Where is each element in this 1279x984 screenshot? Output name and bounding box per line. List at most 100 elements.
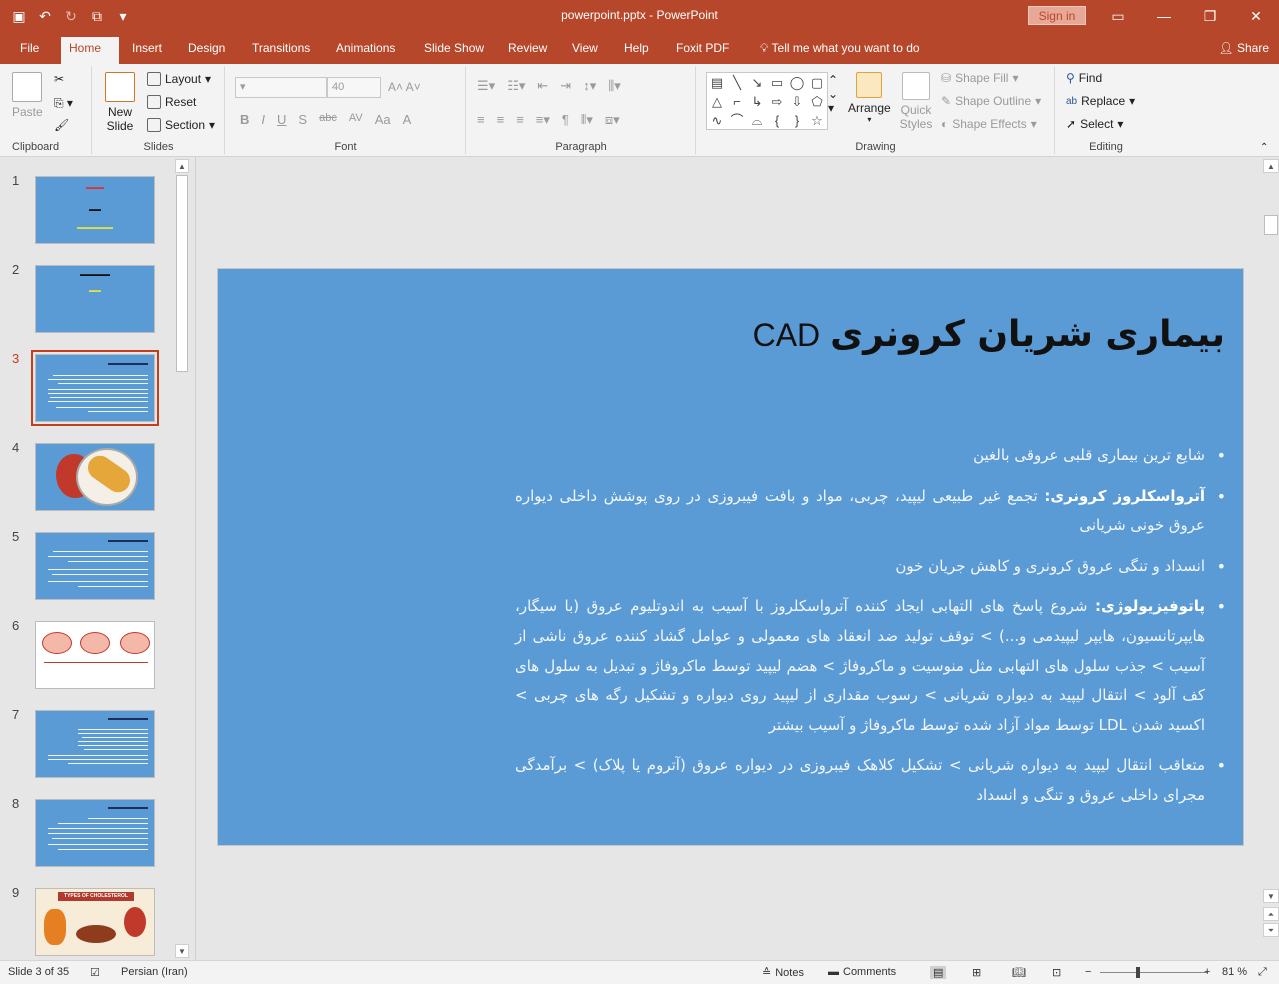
slide-body-text[interactable]: شایع ترین بیماری قلبی عروقی بالغین آتروا… (515, 441, 1226, 822)
slideshow-view-icon[interactable]: ⊡ (1052, 966, 1061, 979)
copy-icon[interactable]: ⎘ ▾ (54, 96, 73, 111)
slide-thumbnail-8[interactable] (35, 799, 155, 867)
brace-right-shape-icon[interactable]: } (787, 111, 807, 130)
paste-button[interactable]: Paste (12, 72, 43, 119)
share-button[interactable]: 👤︎ Share (1218, 41, 1269, 55)
maximize-icon[interactable]: ❐ (1187, 0, 1233, 32)
slide-scroll-up-icon[interactable]: ▲ (1263, 159, 1279, 173)
thumbnail-scrollbar[interactable]: ▲ ▼ (175, 159, 189, 960)
find-button[interactable]: ⚲ Find (1066, 71, 1102, 85)
align-left-icon[interactable]: ≡ (477, 112, 485, 128)
collapse-ribbon-icon[interactable]: ⌃ (1260, 142, 1268, 153)
new-slide-button[interactable]: New Slide (103, 72, 137, 133)
comments-button[interactable]: ▬ Comments (828, 966, 896, 978)
sign-in-button[interactable]: Sign in (1028, 6, 1086, 25)
reading-view-icon[interactable]: 📖︎ (1012, 966, 1026, 979)
tab-transitions[interactable]: Transitions (244, 37, 318, 64)
bent-arrow-shape-icon[interactable]: ↳ (747, 92, 767, 111)
tab-slide-show[interactable]: Slide Show (416, 37, 492, 64)
zoom-out-icon[interactable]: − (1085, 966, 1091, 978)
freeform-shape-icon[interactable]: ⬠ (807, 92, 827, 111)
tab-foxit-pdf[interactable]: Foxit PDF (668, 37, 737, 64)
textbox-shape-icon[interactable]: ▤ (707, 73, 727, 92)
layout-button[interactable]: Layout ▾ (147, 72, 211, 86)
slide-scroll-thumb[interactable] (1264, 215, 1278, 235)
notes-button[interactable]: ≙ Notes (762, 966, 804, 980)
slide-thumbnail-2[interactable]: ▬▬▬▬▬ ▬▬ (35, 265, 155, 333)
justify-icon[interactable]: ≡▾ (536, 112, 550, 128)
zoom-in-icon[interactable]: + (1204, 966, 1210, 978)
current-slide[interactable]: بیماری شریان کرونری CAD شایع ترین بیماری… (217, 268, 1244, 846)
slide-thumbnail-9[interactable]: TYPES OF CHOLESTEROL (35, 888, 155, 956)
character-spacing-button[interactable]: AV (349, 112, 363, 127)
text-direction-icon[interactable]: ⫼▾ (608, 78, 621, 94)
down-arrow-shape-icon[interactable]: ⇩ (787, 92, 807, 111)
tab-home[interactable]: Home (61, 37, 119, 64)
numbering-icon[interactable]: ☷▾ (507, 78, 525, 94)
arc-shape-icon[interactable]: ⌒ (727, 111, 747, 130)
underline-button[interactable]: U (277, 112, 286, 127)
line-spacing-icon[interactable]: ↕▾ (583, 78, 596, 94)
font-color-button[interactable]: A (403, 112, 412, 127)
grow-font-icon[interactable]: A˄ A˅ (388, 80, 421, 94)
connector-shape-icon[interactable]: ⌐ (727, 92, 747, 111)
shape-effects-button[interactable]: ◐ Shape Effects ▾ (941, 117, 1037, 131)
slide-thumbnail-6[interactable] (35, 621, 155, 689)
decrease-indent-icon[interactable]: ⇤ (537, 78, 548, 94)
next-slide-icon[interactable]: ⏷ (1263, 923, 1279, 937)
slide-thumbnail-1[interactable]: ▬▬▬ ▬▬ ▬▬▬▬▬▬ (35, 176, 155, 244)
bullets-icon[interactable]: ☰▾ (477, 78, 495, 94)
oval-shape-icon[interactable]: ◯ (787, 73, 807, 92)
section-button[interactable]: Section ▾ (147, 118, 215, 132)
language-indicator[interactable]: Persian (Iran) (121, 966, 188, 978)
tab-file[interactable]: File (12, 37, 47, 64)
tab-animations[interactable]: Animations (328, 37, 403, 64)
minimize-icon[interactable]: — (1141, 0, 1187, 32)
normal-view-icon[interactable]: ▤ (930, 966, 947, 979)
select-button[interactable]: ➚ Select ▾ (1066, 117, 1123, 131)
align-center-icon[interactable]: ≡ (497, 112, 505, 128)
slide-sorter-icon[interactable]: ⊞ (972, 966, 981, 979)
zoom-slider-knob[interactable] (1136, 967, 1140, 978)
columns-icon[interactable]: ⫴▾ (581, 112, 593, 128)
previous-slide-icon[interactable]: ⏶ (1263, 907, 1279, 921)
brace-left-shape-icon[interactable]: { (767, 111, 787, 130)
zoom-slider-track[interactable] (1100, 972, 1208, 973)
rtl-icon[interactable]: ¶ (562, 112, 569, 128)
smartart-icon[interactable]: ⧈▾ (605, 112, 620, 128)
tab-review[interactable]: Review (500, 37, 555, 64)
spellcheck-icon[interactable]: ☑ (90, 966, 100, 979)
replace-button[interactable]: ab Replace ▾ (1066, 94, 1135, 108)
shadow-button[interactable]: S (298, 112, 307, 127)
font-size-combo[interactable]: 40 (327, 77, 381, 98)
slide-thumbnail-5[interactable] (35, 532, 155, 600)
wave-shape-icon[interactable]: ⌓ (747, 111, 767, 130)
tab-design[interactable]: Design (180, 37, 233, 64)
slide-thumbnail-7[interactable] (35, 710, 155, 778)
rectangle-shape-icon[interactable]: ▭ (767, 73, 787, 92)
right-arrow-shape-icon[interactable]: ⇨ (767, 92, 787, 111)
thumbnail-scroll-thumb[interactable] (176, 175, 188, 372)
ribbon-display-icon[interactable]: ▭ (1095, 0, 1141, 32)
bold-button[interactable]: B (240, 112, 249, 127)
arrow-line-shape-icon[interactable]: ↘ (747, 73, 767, 92)
curve-shape-icon[interactable]: ∿ (707, 111, 727, 130)
slide-title[interactable]: بیماری شریان کرونری CAD (753, 313, 1225, 355)
star-shape-icon[interactable]: ☆ (807, 111, 827, 130)
change-case-button[interactable]: Aa (375, 112, 391, 127)
scroll-down-icon[interactable]: ▼ (175, 944, 189, 958)
shapes-gallery[interactable]: ▤ ╲ ↘ ▭ ◯ ▢ △ ⌐ ↳ ⇨ ⇩ ⬠ ∿ ⌒ ⌓{} ☆ (706, 72, 828, 130)
arrange-button[interactable]: Arrange ▾ (848, 72, 891, 124)
zoom-level[interactable]: 81 % (1222, 966, 1247, 978)
tab-view[interactable]: View (564, 37, 606, 64)
tab-help[interactable]: Help (616, 37, 657, 64)
italic-button[interactable]: I (261, 112, 265, 127)
rounded-rect-shape-icon[interactable]: ▢ (807, 73, 827, 92)
slide-scrollbar[interactable]: ▲ ▼ ⏶ ⏷ (1263, 157, 1279, 960)
slide-scroll-down-icon[interactable]: ▼ (1263, 889, 1279, 903)
slide-thumbnail-4[interactable] (35, 443, 155, 511)
triangle-shape-icon[interactable]: △ (707, 92, 727, 111)
close-icon[interactable]: ✕ (1233, 0, 1279, 32)
tell-me-search[interactable]: 💡︎ Tell me what you want to do (752, 37, 928, 64)
slide-thumbnail-3-selected[interactable] (31, 350, 159, 426)
